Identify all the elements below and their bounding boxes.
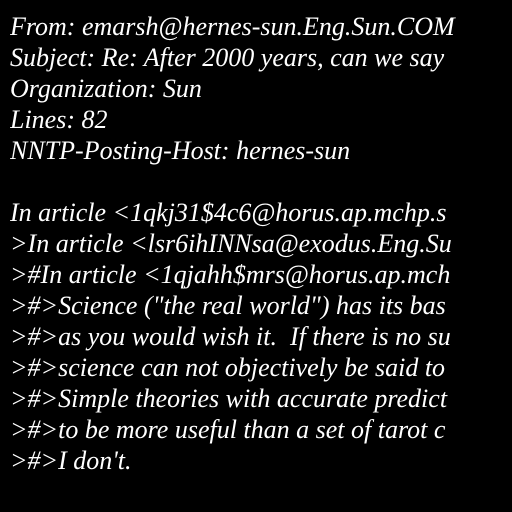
body-line: >#>to be more useful than a set of tarot… [10, 415, 446, 444]
body-line: >#>Simple theories with accurate predict [10, 384, 448, 413]
body-line: >#In article <1qjahh$mrs@horus.ap.mch [10, 260, 451, 289]
from-line: From: emarsh@hernes-sun.Eng.Sun.COM [10, 12, 455, 41]
body-line: >#>Science ("the real world") has its ba… [10, 291, 446, 320]
organization-line: Organization: Sun [10, 74, 202, 103]
body-line: In article <1qkj31$4c6@horus.ap.mchp.s [10, 198, 447, 227]
subject-line: Subject: Re: After 2000 years, can we sa… [10, 43, 445, 72]
body-line: >In article <lsr6ihINNsa@exodus.Eng.Su [10, 229, 452, 258]
posting-host-line: NNTP-Posting-Host: hernes-sun [10, 136, 351, 165]
article-text: From: emarsh@hernes-sun.Eng.Sun.COM Subj… [10, 11, 512, 476]
body-line: >#>as you would wish it. If there is no … [10, 322, 451, 351]
lines-count-line: Lines: 82 [10, 105, 108, 134]
body-line: >#>I don't. [10, 446, 132, 475]
body-line: >#>science can not objectively be said t… [10, 353, 446, 382]
news-article-window: From: emarsh@hernes-sun.Eng.Sun.COM Subj… [0, 0, 512, 512]
